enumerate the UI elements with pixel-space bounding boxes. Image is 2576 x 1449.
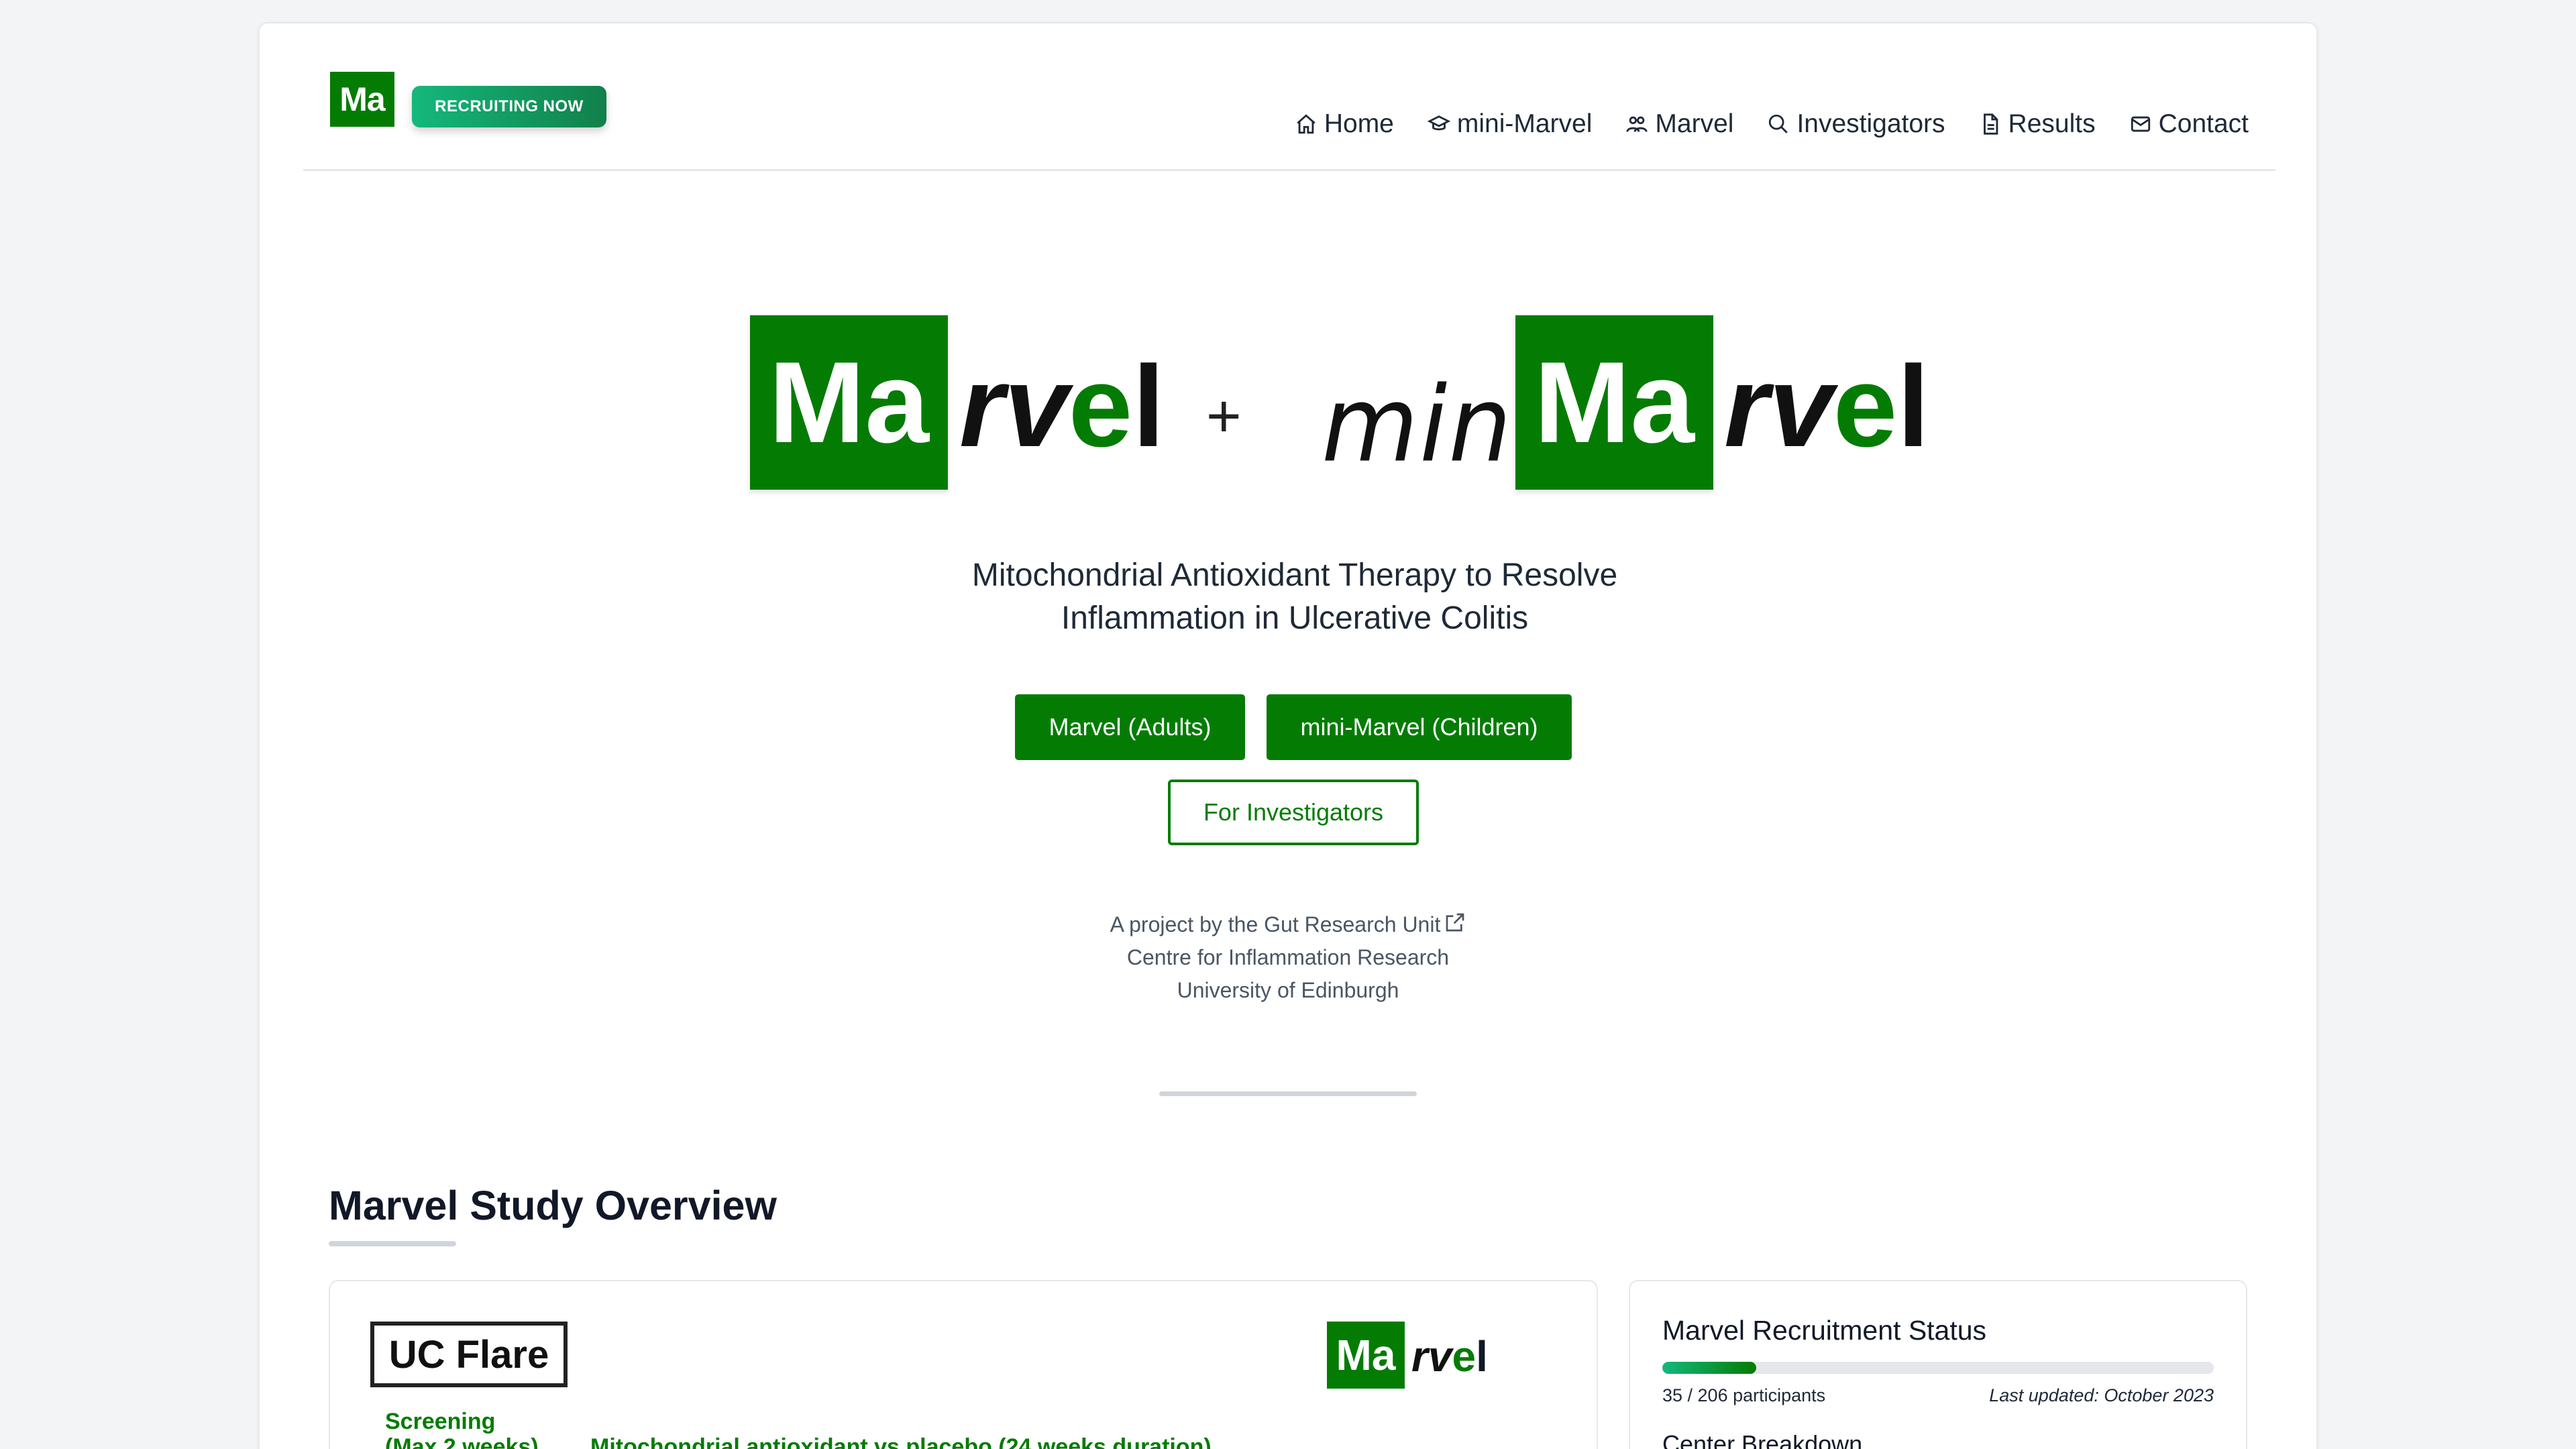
mini-marvel-children-button[interactable]: mini-Marvel (Children) [1267,694,1572,760]
participant-count: 35 / 206 participants [1662,1385,1826,1405]
nav-label: Investigators [1796,109,1945,138]
nav-label: Results [2008,109,2096,138]
main-nav: Home mini-Marvel Marvel Investigators Re… [1295,109,2249,139]
search-icon [1769,114,1788,133]
overview-title: Marvel Study Overview [329,1183,777,1228]
hero-logos: Ma rvel + mini- Ma rvel [750,315,1929,510]
center-breakdown-title: Center Breakdown [1662,1430,1863,1449]
gut-research-unit-link[interactable]: A project by the Gut Research Unit [1020,908,1556,941]
uc-flare-label: UC Flare [370,1322,568,1387]
nav-item-mini-marvel[interactable]: mini-Marvel [1427,109,1593,139]
study-design-card: UC Flare Ma rvel Screening (Max 2 weeks)… [329,1280,1598,1449]
graduation-cap-icon [1427,115,1450,131]
recruitment-title: Marvel Recruitment Status [1662,1315,1987,1346]
for-investigators-button[interactable]: For Investigators [1168,780,1419,845]
mail-icon [2131,116,2150,132]
overview-title-underline [329,1241,456,1246]
recruitment-progress-bar [1662,1362,2214,1374]
mini-marvel-logo-text: rvel [1724,342,1930,471]
nav-item-investigators[interactable]: Investigators [1767,109,1945,139]
project-credits: A project by the Gut Research Unit Centr… [1020,908,1556,1007]
nav-label: mini-Marvel [1456,109,1593,138]
marvel-logo-box: Ma [750,315,948,490]
screening-phase-label: Screening (Max 2 weeks) [385,1409,539,1449]
plus-sign: + [1206,383,1242,450]
recruiting-now-badge[interactable]: RECRUITING NOW [412,86,606,127]
nav-item-marvel[interactable]: Marvel [1625,109,1733,139]
last-updated: Last updated: October 2023 [1989,1385,2214,1405]
nav-item-contact[interactable]: Contact [2129,109,2249,139]
section-divider [1159,1091,1417,1096]
nav-label: Contact [2158,109,2249,138]
site-header: Ma RECRUITING NOW Home mini-Marvel Marve… [303,23,2275,171]
recruitment-status-card: Marvel Recruitment Status 35 / 206 parti… [1629,1280,2247,1449]
mini-marvel-logo-box: Ma [1515,315,1713,490]
marvel-adults-button[interactable]: Marvel (Adults) [1015,694,1245,760]
nav-item-results[interactable]: Results [1979,109,2096,139]
nav-label: Marvel [1655,109,1734,138]
treatment-phase-label: Mitochondrial antioxidant vs placebo (24… [590,1434,1212,1449]
nav-item-home[interactable]: Home [1295,109,1394,139]
card-logo-box: Ma [1327,1322,1405,1389]
users-icon [1626,116,1648,132]
nav-label: Home [1324,109,1394,138]
marvel-logo-text: rvel [959,342,1165,471]
external-link-icon [1446,913,1464,932]
credit-university: University of Edinburgh [1177,978,1399,1002]
home-icon [1297,114,1316,134]
document-icon [1983,113,1998,135]
recruitment-progress-fill [1662,1362,1756,1374]
site-logo[interactable]: Ma [330,72,394,127]
card-logo-text: rvel [1411,1332,1488,1381]
credit-centre: Centre for Inflammation Research [1126,945,1450,969]
hero-subtitle: Mitochondrial Antioxidant Therapy to Res… [971,557,1618,636]
